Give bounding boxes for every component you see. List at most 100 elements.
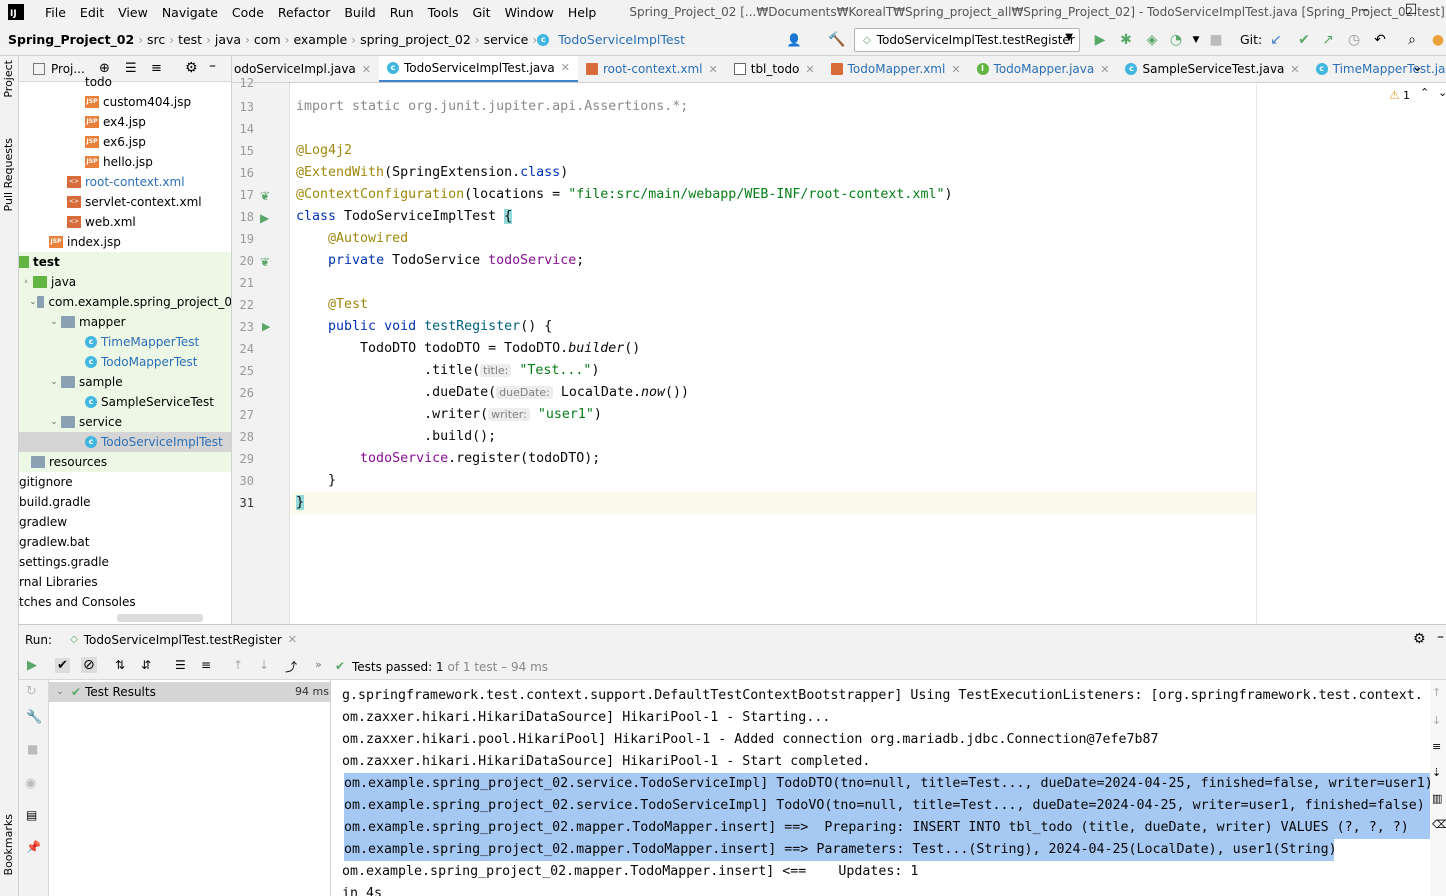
tab-sampleservicetest[interactable]: c SampleServiceTest.java ✕ <box>1117 56 1307 82</box>
close-icon[interactable]: ✕ <box>951 63 960 76</box>
clear-all-icon[interactable]: ⌫ <box>1432 818 1446 831</box>
expand-all-icon[interactable]: ☰ <box>175 658 186 672</box>
show-ignored-icon[interactable]: ⊘ <box>81 657 97 673</box>
tree-item[interactable]: <> servlet-context.xml <box>19 192 231 212</box>
tree-item[interactable]: › java <box>19 272 231 292</box>
breadcrumb-class[interactable]: TodoServiceImplTest <box>554 32 689 47</box>
collapse-all-icon[interactable]: ≡ <box>201 658 211 672</box>
run-configuration-select[interactable]: ◇ TodoServiceImplTest.testRegister ▼ <box>854 28 1080 52</box>
run-icon[interactable]: ▶ <box>1092 32 1108 48</box>
tab-todoserviceimpltest[interactable]: c TodoServiceImplTest.java ✕ <box>379 56 578 82</box>
stop-icon[interactable]: ■ <box>1208 32 1224 48</box>
breadcrumb-src[interactable]: src <box>143 32 169 47</box>
tree-item[interactable]: gradlew.bat <box>19 532 231 552</box>
profile-icon[interactable]: ◔ <box>1168 32 1184 48</box>
tree-item[interactable]: <> root-context.xml <box>19 172 231 192</box>
next-highlight-icon[interactable]: ⌄ <box>1438 86 1446 99</box>
autowired-bean-icon[interactable]: ❦ <box>260 255 270 269</box>
breadcrumb-project[interactable]: Spring_Project_02 <box>0 32 138 47</box>
tree-item[interactable]: JSP hello.jsp <box>19 152 231 172</box>
tab-todomapper-java[interactable]: I TodoMapper.java ✕ <box>969 56 1118 82</box>
bookmarks-tool-tab[interactable]: Bookmarks <box>2 814 15 875</box>
tab-tbl-todo[interactable]: tbl_todo ✕ <box>726 56 823 82</box>
tree-item[interactable]: settings.gradle <box>19 552 231 572</box>
menu-refactor[interactable]: Refactor <box>271 5 337 20</box>
minimize-icon[interactable]: – <box>1350 2 1380 22</box>
wrench-icon[interactable]: 🔧 <box>26 710 42 725</box>
print-icon[interactable]: ▥ <box>1432 792 1442 805</box>
tree-item-selected[interactable]: c TodoServiceImplTest <box>19 432 231 452</box>
search-icon[interactable]: ⌕ <box>1404 32 1420 48</box>
run-test-class-icon[interactable]: ▶ <box>260 211 269 225</box>
menu-window[interactable]: Window <box>498 5 561 20</box>
scroll-down-icon[interactable]: ↓ <box>1432 714 1441 727</box>
scroll-to-end-icon[interactable]: ⇣ <box>1432 766 1441 779</box>
more-run-chevron-icon[interactable]: ▼ <box>1188 32 1204 48</box>
run-tab-title[interactable]: TodoServiceImplTest.testRegister <box>84 633 282 647</box>
tab-list-chevron-icon[interactable]: ⌄ <box>1412 60 1423 75</box>
tree-item[interactable]: test <box>19 252 231 272</box>
menu-code[interactable]: Code <box>225 5 271 20</box>
breadcrumb-package[interactable]: spring_project_02 <box>356 32 475 47</box>
tab-root-context[interactable]: root-context.xml ✕ <box>578 56 726 82</box>
tree-item[interactable]: gitignore <box>19 472 231 492</box>
updates-icon[interactable]: ● <box>1430 32 1446 48</box>
pull-requests-tool-tab[interactable]: Pull Requests <box>2 138 15 211</box>
breadcrumb-example[interactable]: example <box>289 32 351 47</box>
tree-item[interactable]: JSP index.jsp <box>19 232 231 252</box>
rollback-icon[interactable]: ↶ <box>1372 32 1388 48</box>
tree-item[interactable]: ⌄ mapper <box>19 312 231 332</box>
eye-icon[interactable]: ◉ <box>25 776 36 791</box>
toggle-auto-test-icon[interactable]: ↻ <box>26 684 37 699</box>
tree-item[interactable]: build.gradle <box>19 492 231 512</box>
run-test-method-icon[interactable]: ▶ <box>262 320 270 333</box>
menu-view[interactable]: View <box>111 5 155 20</box>
tree-item[interactable]: ⌄ service <box>19 412 231 432</box>
menu-git[interactable]: Git <box>466 5 498 20</box>
gear-icon[interactable]: ⚙ <box>1413 631 1426 647</box>
next-failed-icon[interactable]: ↓ <box>259 658 269 672</box>
tree-item[interactable]: c SampleServiceTest <box>19 392 231 412</box>
menu-file[interactable]: File <box>38 5 73 20</box>
stop-icon[interactable]: ■ <box>27 742 38 756</box>
breadcrumb-java[interactable]: java <box>211 32 245 47</box>
hide-panel-icon[interactable]: – <box>1437 629 1444 645</box>
debug-icon[interactable]: ✱ <box>1118 32 1134 48</box>
tree-item[interactable]: rnal Libraries <box>19 572 231 592</box>
tree-item[interactable]: todo <box>19 72 231 92</box>
warning-count[interactable]: 1 <box>1403 89 1410 102</box>
tree-item[interactable]: tches and Consoles <box>19 592 231 612</box>
tree-item[interactable]: gradlew <box>19 512 231 532</box>
menu-edit[interactable]: Edit <box>73 5 111 20</box>
scroll-up-icon[interactable]: ↑ <box>1432 686 1441 699</box>
test-results-row[interactable]: ⌄ ✔ Test Results 94 ms <box>49 682 330 702</box>
maximize-icon[interactable]: ☐ <box>1396 2 1426 22</box>
close-icon[interactable]: ✕ <box>805 63 814 76</box>
close-icon[interactable]: ✕ <box>1100 63 1109 76</box>
previous-highlight-icon[interactable]: ⌃ <box>1420 86 1429 99</box>
tree-item[interactable]: JSP ex6.jsp <box>19 132 231 152</box>
sort-alpha-icon[interactable]: ⇅ <box>115 658 125 672</box>
breadcrumb-service[interactable]: service <box>480 32 533 47</box>
rerun-icon[interactable]: ▶ <box>27 658 37 673</box>
breadcrumb-test[interactable]: test <box>174 32 206 47</box>
tree-item[interactable]: JSP ex4.jsp <box>19 112 231 132</box>
show-passed-icon[interactable]: ✔ <box>55 658 70 673</box>
menu-run[interactable]: Run <box>383 5 421 20</box>
tab-todomapper-xml[interactable]: TodoMapper.xml ✕ <box>823 56 969 82</box>
menu-tools[interactable]: Tools <box>421 5 466 20</box>
git-push-icon[interactable]: ↗ <box>1320 32 1336 48</box>
previous-failed-icon[interactable]: ↑ <box>233 658 243 672</box>
user-icon[interactable]: 👤 <box>786 32 802 48</box>
menu-build[interactable]: Build <box>337 5 382 20</box>
git-update-icon[interactable]: ↙ <box>1268 32 1284 48</box>
horizontal-scrollbar[interactable] <box>117 614 203 622</box>
close-icon[interactable]: ✕ <box>709 63 718 76</box>
menu-navigate[interactable]: Navigate <box>155 5 225 20</box>
tree-item[interactable]: ⌄ sample <box>19 372 231 392</box>
pin-icon[interactable]: 📌 <box>26 840 41 854</box>
tree-item[interactable]: ⌄ com.example.spring_project_0 <box>19 292 231 312</box>
soft-wrap-icon[interactable]: ≡ <box>1432 740 1441 753</box>
menu-help[interactable]: Help <box>561 5 604 20</box>
tree-item[interactable]: <> web.xml <box>19 212 231 232</box>
